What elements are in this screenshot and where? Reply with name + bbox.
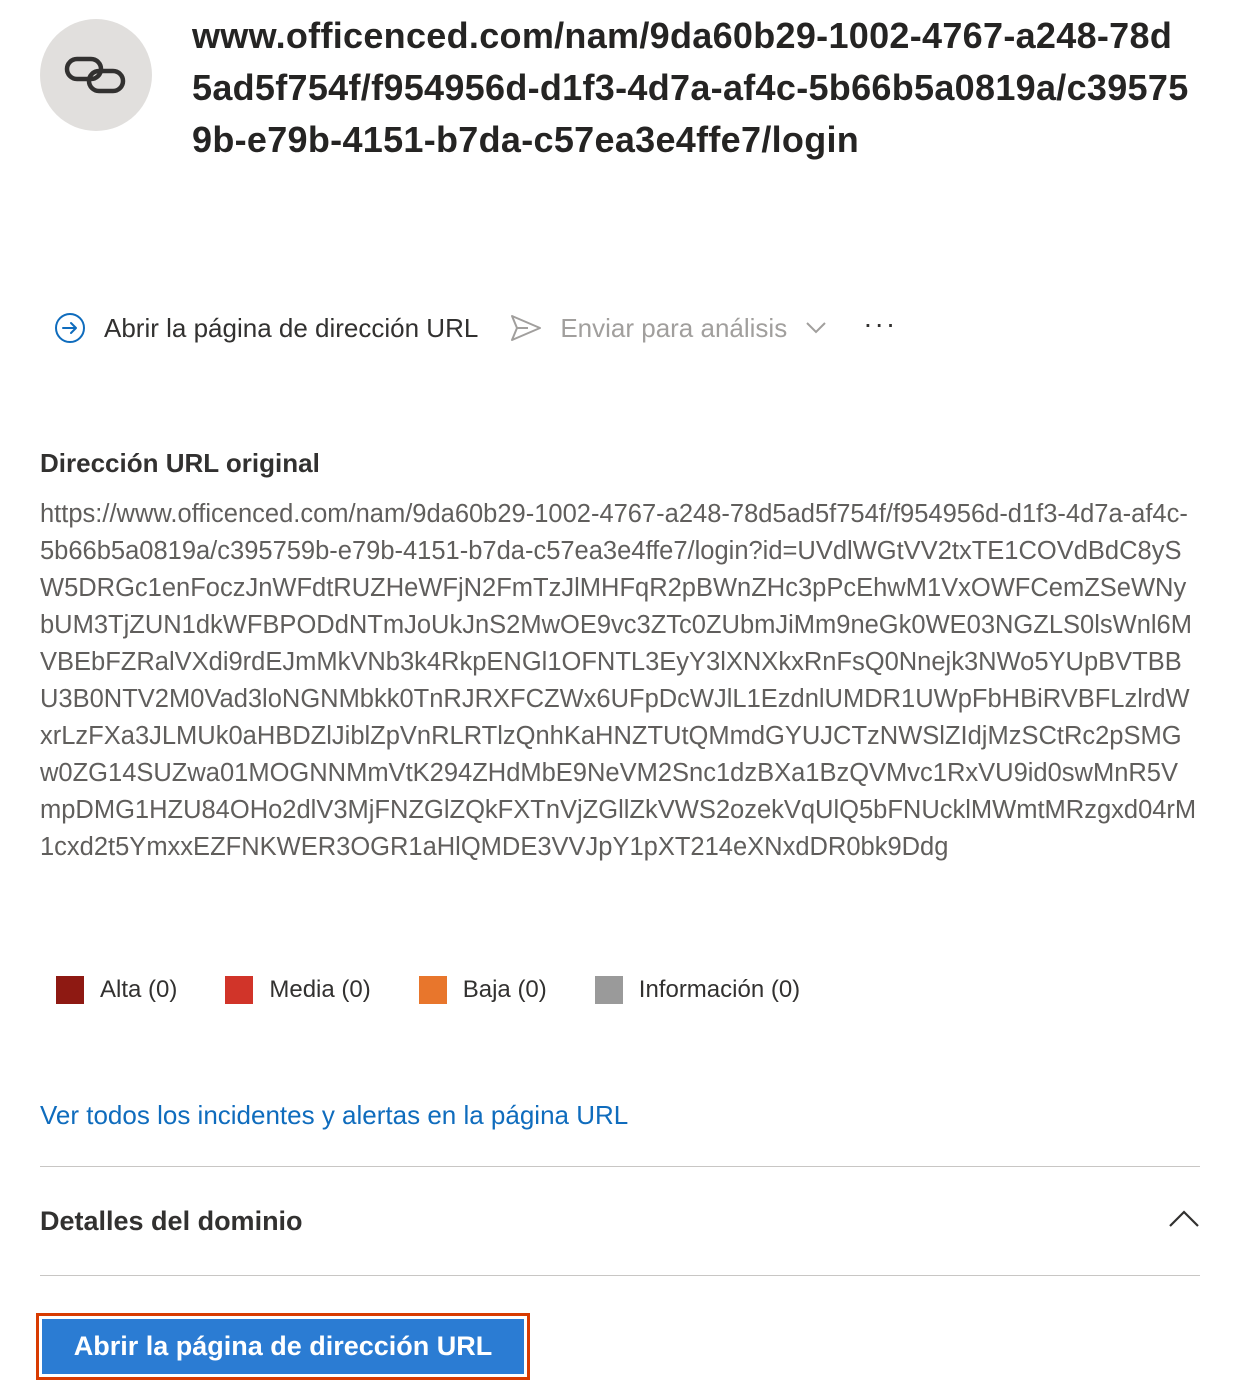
view-all-incidents-link[interactable]: Ver todos los incidentes y alertas en la… — [40, 1100, 628, 1131]
chevron-up-icon — [1168, 1209, 1200, 1233]
open-url-page-action[interactable]: Abrir la página de dirección URL — [54, 312, 478, 344]
open-url-page-button[interactable]: Abrir la página de dirección URL — [42, 1319, 524, 1374]
action-toolbar: Abrir la página de dirección URL Enviar … — [54, 306, 897, 350]
legend-label: Información (0) — [638, 976, 801, 1003]
more-actions-button[interactable]: ··· — [863, 308, 898, 342]
legend-item-medium: Media (0) — [225, 976, 371, 1004]
legend-item-low: Baja (0) — [418, 976, 547, 1004]
url-entity-avatar — [40, 19, 152, 131]
legend-label: Baja (0) — [462, 976, 547, 1003]
original-url-value: https://www.officenced.com/nam/9da60b29-… — [40, 500, 1197, 861]
url-details-panel: www.officenced.com/nam/9da60b29-1002-476… — [0, 0, 1238, 1392]
more-icon: ··· — [863, 308, 898, 339]
divider — [40, 1166, 1200, 1167]
original-url-label: Dirección URL original — [40, 448, 320, 478]
chevron-down-icon — [805, 321, 827, 335]
legend-item-high: Alta (0) — [56, 976, 177, 1004]
legend-item-informational: Información (0) — [594, 976, 801, 1004]
submit-for-analysis-label: Enviar para análisis — [560, 312, 788, 343]
highlight-outline: Abrir la página de dirección URL — [36, 1313, 530, 1380]
domain-details-title: Detalles del dominio — [40, 1205, 303, 1236]
divider — [40, 1275, 1200, 1276]
medium-severity-swatch — [225, 976, 254, 1004]
send-icon — [510, 314, 542, 342]
legend-label: Media (0) — [269, 976, 371, 1003]
severity-legend: Alta (0) Media (0) Baja (0) Información … — [56, 976, 848, 1004]
arrow-circle-right-icon — [54, 312, 86, 344]
open-url-page-label: Abrir la página de dirección URL — [104, 312, 479, 343]
high-severity-swatch — [56, 976, 84, 1004]
link-icon — [64, 56, 126, 94]
informational-severity-swatch — [594, 976, 623, 1004]
submit-for-analysis-action[interactable]: Enviar para análisis — [510, 313, 827, 344]
domain-details-expander[interactable]: Detalles del dominio — [40, 1168, 1200, 1274]
legend-label: Alta (0) — [100, 976, 178, 1003]
low-severity-swatch — [418, 976, 447, 1004]
page-title: www.officenced.com/nam/9da60b29-1002-476… — [192, 15, 1189, 160]
